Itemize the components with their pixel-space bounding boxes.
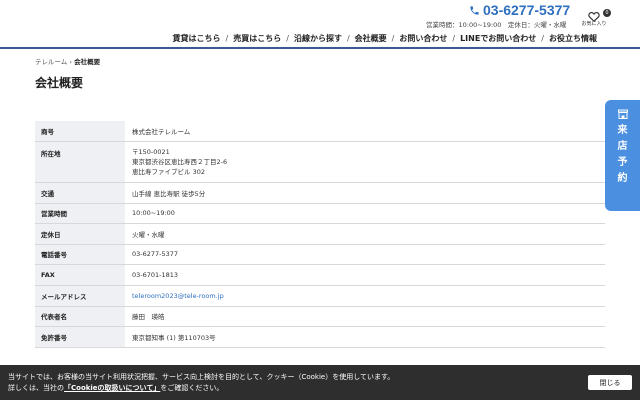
nav-item-rent[interactable]: 賃貸はこちら <box>168 33 226 44</box>
nav-item-contact[interactable]: お問い合わせ <box>394 33 452 44</box>
row-value: 山手線 恵比寿駅 徒歩5分 <box>125 182 605 204</box>
table-row-access: 交通 山手線 恵比寿駅 徒歩5分 <box>35 182 605 204</box>
page-title: 会社概要 <box>35 76 84 90</box>
breadcrumb: テレルーム › 会社概要 <box>35 56 100 66</box>
cookie-consent-bar: 当サイトでは、お客様の当サイト利用状況把握、サービス向上検討を目的として、クッキ… <box>0 365 640 400</box>
row-value-address: 〒150-0021 東京都渋谷区恵比寿西２丁目2-6 恵比寿ファイブビル 302 <box>125 141 605 183</box>
cookie-policy-link[interactable]: 「Cookieの取扱いについて」 <box>64 384 160 392</box>
closed-days-text: 定休日：火曜・水曜 <box>507 21 567 29</box>
nav-item-train-line[interactable]: 沿線から探す <box>289 33 347 44</box>
table-row-email: メールアドレス teleroom2023@tele-room.jp <box>35 285 605 307</box>
table-row-hours: 営業時間 10:00~19:00 <box>35 203 605 224</box>
address-line1: 東京都渋谷区恵比寿西２丁目2-6 <box>132 157 228 166</box>
breadcrumb-separator: › <box>69 58 72 66</box>
table-row-address: 所在地 〒150-0021 東京都渋谷区恵比寿西２丁目2-6 恵比寿ファイブビル… <box>35 141 605 183</box>
row-value: 03-6701-1813 <box>125 264 605 286</box>
table-row-license: 免許番号 東京都知事 (1) 第110703号 <box>35 326 605 348</box>
row-value: 10:00~19:00 <box>125 203 605 224</box>
cookie-line2-prefix: 詳しくは、当社の <box>8 383 64 392</box>
table-row-holiday: 定休日 火曜・水曜 <box>35 223 605 245</box>
cookie-line2: 詳しくは、当社の「Cookieの取扱いについて」をご確認ください。 <box>8 383 394 394</box>
row-label: 商号 <box>35 121 125 142</box>
row-label: 免許番号 <box>35 326 125 348</box>
row-label: FAX <box>35 264 125 286</box>
nav-item-sale[interactable]: 売買はこちら <box>228 33 286 44</box>
row-label: 代表者名 <box>35 306 125 327</box>
row-label: 定休日 <box>35 223 125 245</box>
email-link[interactable]: teleroom2023@tele-room.jp <box>132 292 224 300</box>
address-line2: 恵比寿ファイブビル 302 <box>132 167 205 176</box>
phone-number[interactable]: 03-6277-5377 <box>483 2 570 18</box>
reserve-char: 予 <box>617 157 628 168</box>
main-nav: 賃貸はこちら / 売買はこちら / 沿線から探す / 会社概要 / お問い合わせ… <box>168 33 602 44</box>
row-value: 東京都知事 (1) 第110703号 <box>125 326 605 348</box>
table-row-trade-name: 商号 株式会社テレルーム <box>35 121 605 142</box>
cookie-close-button[interactable]: 閉じる <box>588 375 632 390</box>
cookie-notice-text: 当サイトでは、お客様の当サイト利用状況把握、サービス向上検討を目的として、クッキ… <box>8 372 394 393</box>
reserve-char: 店 <box>617 141 628 152</box>
row-value: 藤田 瑛皓 <box>125 306 605 327</box>
nav-item-useful-info[interactable]: お役立ち情報 <box>544 33 602 44</box>
table-row-phone: 電話番号 03-6277-5377 <box>35 244 605 265</box>
row-value: 株式会社テレルーム <box>125 121 605 142</box>
nav-item-line-contact[interactable]: LINEでお問い合わせ <box>455 33 541 44</box>
favorites-count-badge: 0 <box>603 9 611 17</box>
heart-icon: 0 <box>588 7 611 23</box>
company-info-table: 商号 株式会社テレルーム 所在地 〒150-0021 東京都渋谷区恵比寿西２丁目… <box>35 121 605 348</box>
hours-text: 営業時間：10:00~19:00 <box>426 21 502 29</box>
table-row-fax: FAX 03-6701-1813 <box>35 264 605 286</box>
address-postal: 〒150-0021 <box>132 147 170 156</box>
row-value: teleroom2023@tele-room.jp <box>125 285 605 307</box>
table-row-representative: 代表者名 藤田 瑛皓 <box>35 306 605 327</box>
phone-icon <box>470 5 479 15</box>
cookie-line1: 当サイトでは、お客様の当サイト利用状況把握、サービス向上検討を目的として、クッキ… <box>8 373 395 381</box>
breadcrumb-home[interactable]: テレルーム <box>35 58 67 66</box>
store-icon <box>617 109 628 119</box>
row-value: 火曜・水曜 <box>125 223 605 245</box>
reserve-char: 来 <box>617 125 628 136</box>
row-label: 営業時間 <box>35 203 125 224</box>
row-label: 交通 <box>35 182 125 204</box>
cookie-line2-suffix: をご確認ください。 <box>160 383 224 392</box>
breadcrumb-current: 会社概要 <box>74 58 101 66</box>
site-header: 03-6277-5377 営業時間：10:00~19:00 定休日：火曜・水曜 … <box>0 0 640 49</box>
row-value: 03-6277-5377 <box>125 244 605 265</box>
row-label: 所在地 <box>35 141 125 183</box>
reserve-label: 来 店 予 約 <box>605 123 640 187</box>
nav-item-company[interactable]: 会社概要 <box>350 33 392 44</box>
row-label: メールアドレス <box>35 285 125 307</box>
business-hours: 営業時間：10:00~19:00 定休日：火曜・水曜 <box>426 19 566 29</box>
header-phone[interactable]: 03-6277-5377 <box>469 2 570 18</box>
row-label: 電話番号 <box>35 244 125 265</box>
favorites-button[interactable]: 0 お気に入り <box>581 7 611 27</box>
reserve-char: 約 <box>617 173 628 184</box>
visit-reservation-tab[interactable]: 来 店 予 約 <box>605 100 640 211</box>
